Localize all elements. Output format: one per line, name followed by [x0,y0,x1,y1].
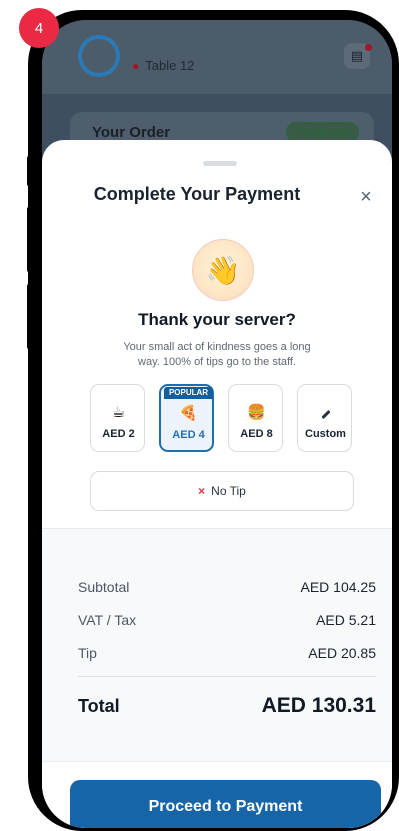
table-label: Table 12 [145,58,195,73]
phone-volume-up-button [27,207,36,272]
table-indicator: ● Table 12 [132,58,194,73]
tip-option-custom[interactable]: Custom [297,384,352,452]
vat-value: AED 5.21 [316,612,376,628]
order-title: Your Order [92,124,171,141]
payment-bottom-sheet: Complete Your Payment × 👋 Thank your ser… [42,140,392,828]
phone-volume-down-button [27,284,36,349]
tip-option-label: AED 4 [172,429,205,441]
tip-option-aed-2[interactable]: ☕ AED 2 [90,384,145,452]
tip-value: AED 20.85 [308,645,376,661]
total-row: Total AED 130.31 [78,694,376,718]
tip-option-label: AED 8 [240,428,273,440]
no-tip-label: No Tip [211,484,246,498]
close-icon: × [198,484,206,498]
sheet-footer: Proceed to Payment [42,761,392,828]
vat-row: VAT / Tax AED 5.21 [78,612,376,628]
order-status-badge: Confirmed [286,122,360,142]
burger-icon: 🍔 [247,404,266,421]
phone-side-button [27,156,36,186]
cart-notification-dot [365,44,372,51]
tip-label: Tip [78,645,97,661]
proceed-to-payment-button[interactable]: Proceed to Payment [70,780,381,828]
subtotal-value: AED 104.25 [300,579,377,595]
popular-badge: POPULAR [164,387,213,399]
summary-divider [78,676,376,677]
tip-option-aed-4[interactable]: POPULAR 🍕 AED 4 [159,384,214,452]
vat-label: VAT / Tax [78,612,137,628]
restaurant-logo [78,35,120,77]
subtotal-row: Subtotal AED 104.25 [78,579,376,595]
coffee-icon: ☕ [111,404,126,421]
waving-hand-icon: 👋 [192,239,254,301]
subtotal-label: Subtotal [78,579,130,595]
thank-server-title: Thank your server? [138,310,296,329]
sheet-drag-handle[interactable] [203,161,237,166]
sheet-title: Complete Your Payment [93,184,301,204]
tip-option-label: AED 2 [102,428,135,440]
close-button[interactable]: × [356,187,376,207]
payment-summary: Subtotal AED 104.25 VAT / Tax AED 5.21 T… [42,529,392,761]
tip-option-label: Custom [305,428,346,440]
pizza-icon: 🍕 [179,405,198,422]
thank-server-subtitle: Your small act of kindness goes a long w… [123,341,311,368]
phone-screen: ● Table 12 ▤ Your Order Confirmed Comple… [42,20,392,828]
location-pin-icon: ● [132,58,140,73]
no-tip-button[interactable]: × No Tip [90,471,354,511]
total-value: AED 130.31 [261,694,376,717]
step-number-badge: 4 [19,8,59,48]
tip-option-aed-8[interactable]: 🍔 AED 8 [228,384,283,452]
total-label: Total [78,695,120,716]
tip-row: Tip AED 20.85 [78,645,376,661]
tip-options: ☕ AED 2 POPULAR 🍕 AED 4 🍔 AED 8 Custom [90,384,352,454]
pencil-icon [298,403,353,420]
